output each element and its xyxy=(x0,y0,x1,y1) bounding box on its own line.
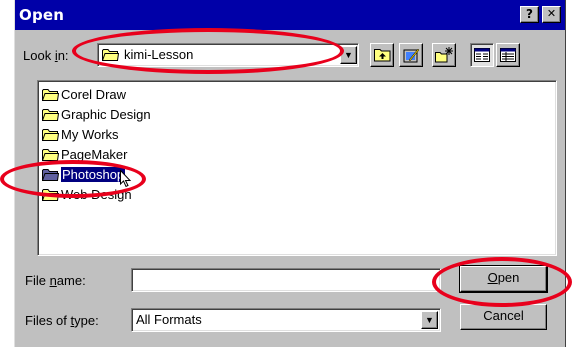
close-button[interactable]: ✕ xyxy=(542,6,561,23)
desktop-button[interactable] xyxy=(399,43,423,67)
open-dialog: Open ? ✕ Look in: kimi-Lesson ▼ Corel Dr… xyxy=(14,0,566,347)
list-view-icon xyxy=(474,48,490,62)
details-view-icon xyxy=(500,48,516,62)
look-in-label: Look in: xyxy=(23,48,69,63)
file-name-field[interactable] xyxy=(131,268,441,292)
chevron-down-icon[interactable]: ▼ xyxy=(421,311,438,329)
list-item[interactable]: Photoshop xyxy=(40,165,240,185)
list-item[interactable]: Web Design xyxy=(40,185,240,205)
up-one-level-button[interactable] xyxy=(370,43,394,67)
list-item-label: Photoshop xyxy=(61,167,126,182)
list-item-label: PageMaker xyxy=(61,147,128,162)
file-list[interactable]: Corel Draw Graphic Design My Works PageMake… xyxy=(37,80,557,256)
file-type-dropdown[interactable]: All Formats ▼ xyxy=(131,308,441,332)
folder-icon xyxy=(42,129,59,141)
file-type-value: All Formats xyxy=(136,312,202,327)
list-item-label: Graphic Design xyxy=(61,107,151,122)
new-folder-button[interactable] xyxy=(432,43,456,67)
list-item-label: My Works xyxy=(61,127,119,142)
mouse-pointer-icon xyxy=(120,170,132,188)
list-item[interactable]: My Works xyxy=(40,125,240,145)
up-one-level-icon xyxy=(374,49,391,62)
list-view-button[interactable] xyxy=(470,43,494,67)
new-folder-icon xyxy=(435,47,453,63)
folder-icon xyxy=(42,89,59,101)
cancel-button[interactable]: Cancel xyxy=(460,304,547,330)
desktop-icon xyxy=(403,48,420,63)
list-item-label: Corel Draw xyxy=(61,87,127,102)
title-bar[interactable]: Open ? ✕ xyxy=(15,0,565,30)
file-list-items: Corel Draw Graphic Design My Works PageMake… xyxy=(40,83,550,251)
folder-icon xyxy=(42,109,59,121)
list-item[interactable]: Corel Draw xyxy=(40,85,240,105)
folder-icon xyxy=(42,169,59,181)
file-type-label: Files of type: xyxy=(25,313,99,328)
list-item-label: Web Design xyxy=(61,187,132,202)
list-item[interactable]: Graphic Design xyxy=(40,105,240,125)
look-in-dropdown[interactable]: kimi-Lesson ▼ xyxy=(97,43,359,67)
folder-icon xyxy=(42,189,59,201)
folder-icon xyxy=(42,149,59,161)
details-view-button[interactable] xyxy=(496,43,520,67)
help-button[interactable]: ? xyxy=(520,6,539,23)
file-name-label: File name: xyxy=(25,273,86,288)
open-button[interactable]: Open xyxy=(459,265,548,293)
list-item[interactable]: PageMaker xyxy=(40,145,240,165)
look-in-value: kimi-Lesson xyxy=(124,47,194,62)
window-title: Open xyxy=(19,6,65,24)
folder-icon xyxy=(102,49,119,61)
chevron-down-icon[interactable]: ▼ xyxy=(340,46,357,64)
